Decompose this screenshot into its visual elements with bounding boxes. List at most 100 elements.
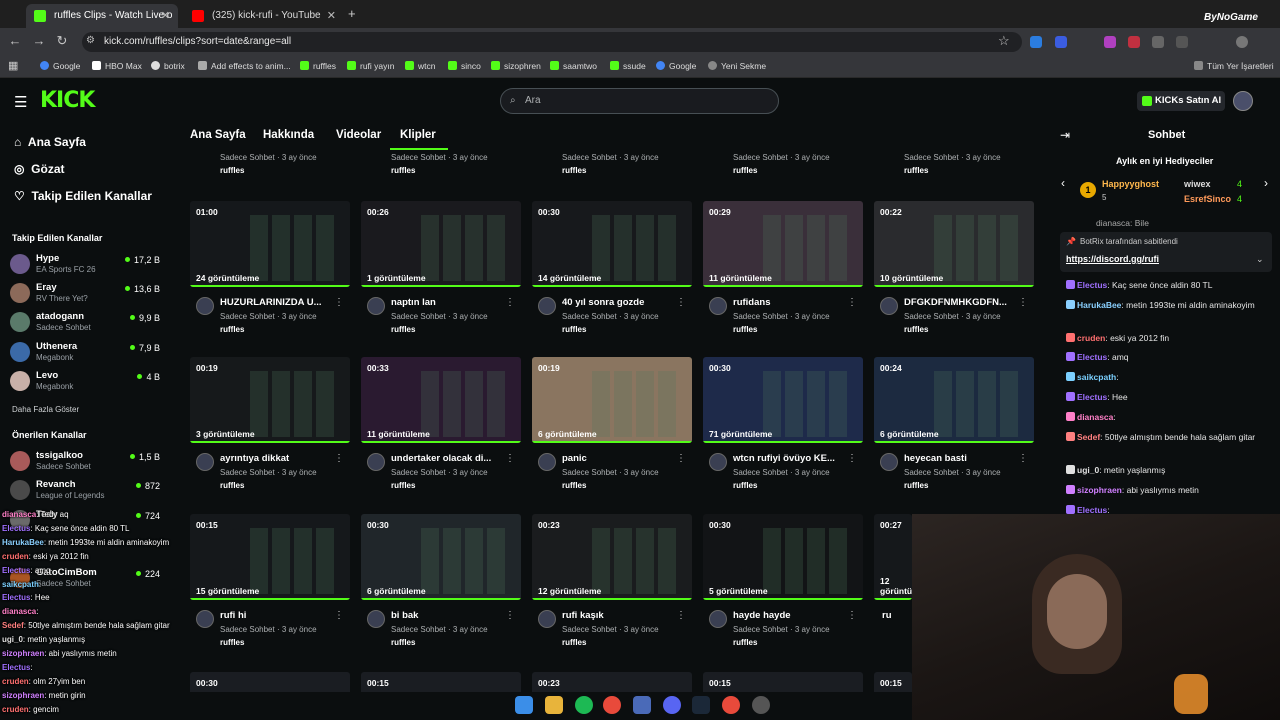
clip-channel[interactable]: ruffles bbox=[733, 166, 757, 175]
clip-channel[interactable]: ruffles bbox=[220, 481, 244, 490]
clip-title[interactable]: 40 yıl sonra gozde bbox=[562, 297, 677, 308]
browser-tab-active[interactable]: ruffles Clips - Watch Live o ✕ bbox=[26, 4, 178, 28]
clip-card[interactable]: 00:29 11 görüntüleme rufidans ⋮ Sadece Sohbe… bbox=[703, 201, 863, 346]
more-options-icon[interactable]: ⋮ bbox=[847, 453, 857, 464]
clip-channel[interactable]: ruffles bbox=[562, 481, 586, 490]
tab-videos[interactable]: Videolar bbox=[336, 129, 381, 141]
clip-thumbnail[interactable]: 00:30 71 görüntüleme bbox=[703, 357, 863, 443]
extension-icon[interactable] bbox=[1152, 36, 1164, 48]
sidebar-channel-revanch[interactable]: Revanch League of Legends 872 bbox=[10, 478, 160, 506]
bookmark[interactable]: Add effects to anim... bbox=[198, 60, 291, 72]
clip-card[interactable]: 00:19 6 görüntüleme panic ⋮ Sadece Sohbet · … bbox=[532, 357, 692, 502]
clip-title[interactable]: undertaker olacak di... bbox=[391, 453, 506, 464]
sidebar-channel-uthenera[interactable]: Uthenera Megabonk 7,9 B bbox=[10, 340, 160, 368]
clip-title[interactable]: ru bbox=[882, 610, 912, 621]
pinned-message[interactable]: 📌 BotRix tarafından sabitlendi https://d… bbox=[1060, 232, 1272, 272]
chat-username[interactable]: Electus bbox=[1077, 392, 1107, 402]
bookmark[interactable]: HBO Max bbox=[92, 60, 142, 72]
channel-avatar[interactable] bbox=[367, 453, 385, 471]
clip-thumbnail[interactable]: 00:23 bbox=[532, 672, 692, 692]
clip-channel[interactable]: ruffles bbox=[562, 166, 586, 175]
clip-channel[interactable]: ruffles bbox=[391, 481, 415, 490]
clip-thumbnail[interactable]: 00:30 14 görüntüleme bbox=[532, 201, 692, 287]
clip-channel[interactable]: ruffles bbox=[733, 325, 757, 334]
nav-following[interactable]: ♡ Takip Edilen Kanallar bbox=[14, 189, 152, 203]
chevron-down-icon[interactable]: ⌄ bbox=[1256, 254, 1264, 265]
clip-channel[interactable]: ruffles bbox=[220, 166, 244, 175]
apps-grid-icon[interactable]: ▦ bbox=[8, 59, 18, 72]
clip-thumbnail[interactable]: 00:30 bbox=[190, 672, 350, 692]
clip-card[interactable]: 00:19 3 görüntüleme ayrıntıya dikkat ⋮ Sadec… bbox=[190, 357, 350, 502]
clip-thumbnail[interactable]: 00:15 15 görüntüleme bbox=[190, 514, 350, 600]
sidebar-channel-hype[interactable]: Hype EA Sports FC 26 17,2 B bbox=[10, 252, 160, 280]
channel-avatar[interactable] bbox=[196, 297, 214, 315]
clip-channel[interactable]: ruffles bbox=[733, 638, 757, 647]
clip-thumbnail[interactable]: 00:15 bbox=[874, 672, 912, 692]
sidebar-channel-levo[interactable]: Levo Megabonk 4 B bbox=[10, 369, 160, 397]
tab-clips[interactable]: Klipler bbox=[400, 129, 436, 141]
windows-start-icon[interactable] bbox=[515, 696, 533, 714]
clip-card[interactable]: 00:15 15 görüntüleme rufi hi ⋮ Sadece Sohbet… bbox=[190, 514, 350, 659]
chat-username[interactable]: sizophraen bbox=[1077, 485, 1122, 495]
channel-avatar[interactable] bbox=[196, 610, 214, 628]
clip-title[interactable]: panic bbox=[562, 453, 677, 464]
clip-channel[interactable]: ruffles bbox=[220, 638, 244, 647]
clip-channel[interactable]: ruffles bbox=[391, 325, 415, 334]
clip-card[interactable]: 00:30 6 görüntüleme bi bak ⋮ Sadece Sohbet ·… bbox=[361, 514, 521, 659]
bookmark[interactable]: sinco bbox=[448, 60, 481, 72]
bookmark[interactable]: rufi yayın bbox=[347, 60, 395, 72]
clip-thumbnail[interactable]: 00:30 5 görüntüleme bbox=[703, 514, 863, 600]
more-options-icon[interactable]: ⋮ bbox=[676, 453, 686, 464]
pinned-link[interactable]: https://discord.gg/rufi bbox=[1066, 254, 1159, 264]
bookmark[interactable]: sizophren bbox=[491, 60, 541, 72]
clip-title[interactable]: heyecan basti bbox=[904, 453, 1019, 464]
extension-icon[interactable] bbox=[1128, 36, 1140, 48]
chevron-left-icon[interactable]: ‹ bbox=[1061, 176, 1065, 190]
channel-avatar[interactable] bbox=[709, 610, 727, 628]
clip-thumbnail[interactable]: 01:00 24 görüntüleme bbox=[190, 201, 350, 287]
discord-icon[interactable] bbox=[663, 696, 681, 714]
clip-channel[interactable]: ruffles bbox=[904, 166, 928, 175]
profile-avatar[interactable] bbox=[1236, 36, 1248, 48]
more-options-icon[interactable]: ⋮ bbox=[334, 610, 344, 621]
clip-channel[interactable]: ruffles bbox=[391, 166, 415, 175]
show-more-link[interactable]: Daha Fazla Göster bbox=[12, 405, 79, 414]
clip-title[interactable]: hayde hayde bbox=[733, 610, 848, 621]
clip-thumbnail[interactable]: 00:15 bbox=[703, 672, 863, 692]
url-field[interactable]: kick.com/ruffles/clips?sort=date&range=a… bbox=[82, 32, 1022, 52]
back-icon[interactable]: ← bbox=[6, 33, 24, 48]
clip-thumbnail[interactable]: 00:30 6 görüntüleme bbox=[361, 514, 521, 600]
clip-channel[interactable]: ruffles bbox=[904, 325, 928, 334]
user-avatar[interactable] bbox=[1233, 91, 1253, 111]
chat-username[interactable]: Sedef bbox=[1077, 432, 1100, 442]
channel-avatar[interactable] bbox=[196, 453, 214, 471]
gifter-name[interactable]: Happyyghost bbox=[1102, 179, 1159, 189]
bookmark[interactable]: ruffles bbox=[300, 60, 336, 72]
clip-title[interactable]: ayrıntıya dikkat bbox=[220, 453, 335, 464]
site-info-icon[interactable]: ⚙ bbox=[86, 35, 95, 46]
sidebar-channel-atadogann[interactable]: atadogann Sadece Sohbet 9,9 B bbox=[10, 310, 160, 338]
clip-card[interactable]: 00:22 10 görüntüleme DFGKDFNMHKGDFN... ⋮ Sad… bbox=[874, 201, 1034, 346]
gifter-name[interactable]: EsrefSinco bbox=[1184, 194, 1231, 204]
more-options-icon[interactable]: ⋮ bbox=[676, 610, 686, 621]
clip-channel[interactable]: ruffles bbox=[391, 638, 415, 647]
bookmark[interactable]: Yeni Sekme bbox=[708, 60, 766, 72]
clip-card[interactable]: 01:00 24 görüntüleme HUZURLARINIZDA U... ⋮ S… bbox=[190, 201, 350, 346]
clip-thumbnail[interactable]: 00:24 6 görüntüleme bbox=[874, 357, 1034, 443]
extension-icon[interactable] bbox=[1055, 36, 1067, 48]
channel-avatar[interactable] bbox=[538, 610, 556, 628]
chat-username[interactable]: dianasca bbox=[1077, 412, 1113, 422]
clip-thumbnail[interactable]: 00:26 1 görüntüleme bbox=[361, 201, 521, 287]
more-options-icon[interactable]: ⋮ bbox=[505, 610, 515, 621]
steam-icon[interactable] bbox=[692, 696, 710, 714]
forward-icon[interactable]: → bbox=[30, 33, 48, 48]
clip-title[interactable]: HUZURLARINIZDA U... bbox=[220, 297, 335, 308]
more-options-icon[interactable]: ⋮ bbox=[1018, 297, 1028, 308]
clip-title[interactable]: bi bak bbox=[391, 610, 506, 621]
all-bookmarks[interactable]: Tüm Yer İşaretleri bbox=[1194, 60, 1274, 72]
spotify-icon[interactable] bbox=[575, 696, 593, 714]
clip-channel[interactable]: ruffles bbox=[220, 325, 244, 334]
bookmark[interactable]: Google bbox=[40, 60, 80, 72]
nav-browse[interactable]: ◎ Gözat bbox=[14, 162, 65, 176]
clip-card[interactable]: 00:30 14 görüntüleme 40 yıl sonra gozde ⋮ Sa… bbox=[532, 201, 692, 346]
